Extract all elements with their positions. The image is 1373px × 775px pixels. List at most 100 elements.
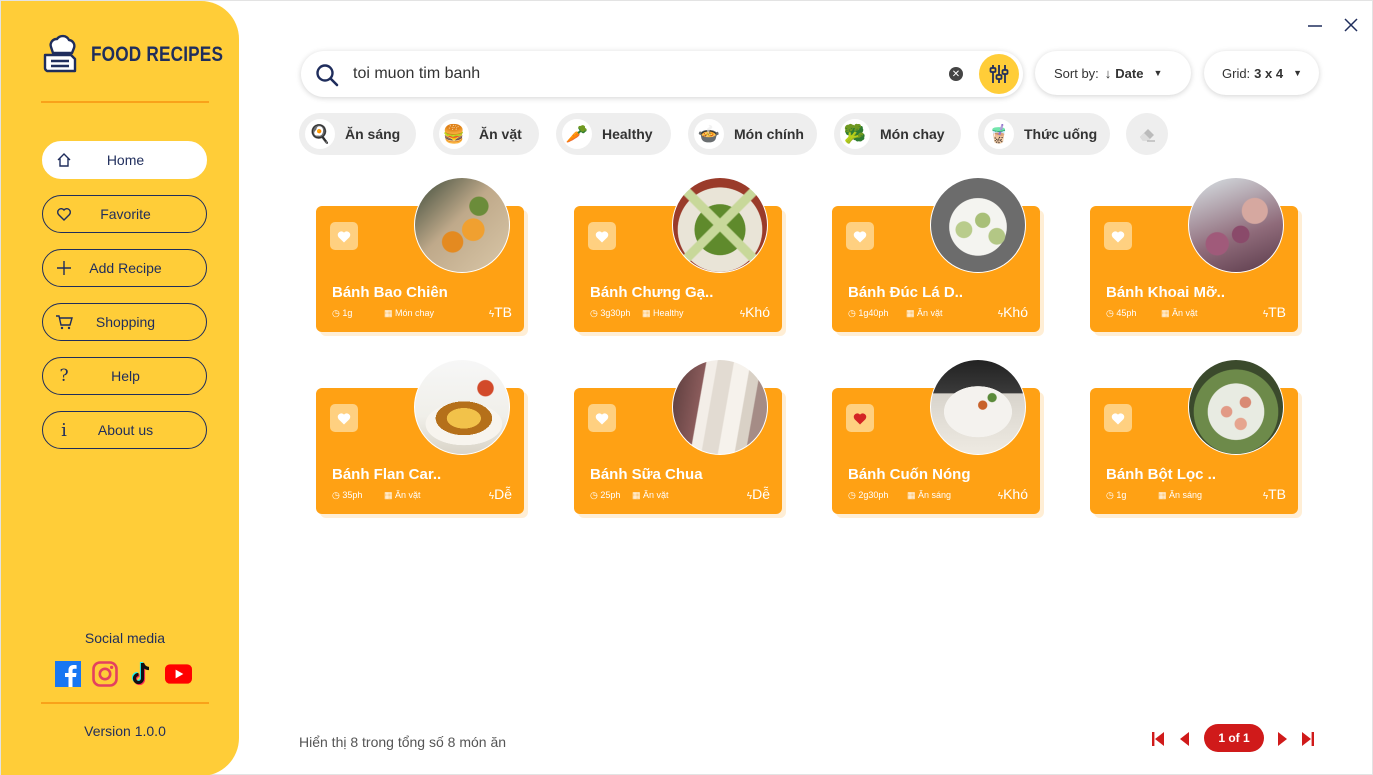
recipe-meta: ◷ 25ph ▦ Ăn vặt ϟDễ [590,486,770,502]
category-label: Món chính [734,126,804,142]
grid-icon: ▦ [642,308,651,318]
tiktok-icon[interactable] [128,660,155,687]
favorite-toggle[interactable] [588,222,616,250]
category-healthy[interactable]: 🥕 Healthy [556,113,671,155]
recipe-card[interactable]: Bánh Đúc Lá D.. ◷ 1g40ph ▦ Ăn vặt ϟKhó [832,177,1040,332]
grid-dropdown[interactable]: Grid: 3 x 4 ▼ [1204,51,1319,95]
favorite-toggle[interactable] [846,222,874,250]
favorite-toggle[interactable] [330,404,358,432]
grid-icon: ▦ [384,308,393,318]
recipe-title: Bánh Sữa Chua [590,466,703,483]
recipe-category-value: Ăn vặt [917,308,943,318]
recipe-card[interactable]: Bánh Chưng Gạ.. ◷ 3g30ph ▦ Healthy ϟKhó [574,177,782,332]
recipe-time: ◷ 25ph [590,490,620,501]
favorite-toggle[interactable] [846,404,874,432]
heart-icon [1111,230,1125,242]
favorite-toggle[interactable] [1104,222,1132,250]
clear-search-icon[interactable]: ✕ [949,67,963,81]
recipe-card[interactable]: Bánh Flan Car.. ◷ 35ph ▦ Ăn vặt ϟDễ [316,359,524,514]
category-label: Healthy [602,126,653,142]
favorite-toggle[interactable] [588,404,616,432]
recipe-category: ▦ Ăn sáng [907,490,951,501]
sidebar-divider [41,702,209,704]
recipe-title: Bánh Đúc Lá D.. [848,284,964,301]
category-mon-chay[interactable]: 🥦 Món chay [834,113,961,155]
recipe-category: ▦ Ăn vặt [906,308,943,319]
sidebar-item-favorite[interactable]: Favorite [42,195,207,233]
facebook-icon[interactable] [54,660,81,687]
favorite-toggle[interactable] [1104,404,1132,432]
recipe-time-value: 1g [342,308,353,318]
caret-down-icon: ▼ [1293,68,1303,78]
search-bar: ✕ [301,51,1023,97]
category-label: Ăn sáng [345,126,401,142]
app-window: FOOD RECIPES Home Favorite Add Recipe Sh… [0,0,1373,775]
clock-icon: ◷ [1106,308,1114,318]
grid-icon: ▦ [384,490,393,500]
clock-icon: ◷ [1106,490,1114,500]
instagram-icon[interactable] [91,660,118,687]
recipe-image [930,177,1026,273]
first-page-icon[interactable] [1151,731,1165,752]
recipe-image [1188,359,1284,455]
eraser-icon [1140,129,1155,142]
next-page-icon[interactable] [1277,731,1289,752]
recipe-time-value: 1g40ph [858,308,889,318]
version-label: Version 1.0.0 [84,723,166,739]
page-indicator: 1 of 1 [1204,724,1264,752]
category-mon-chinh[interactable]: 🍲 Món chính [688,113,817,155]
recipe-title: Bánh Bột Lọc .. [1106,466,1216,483]
recipe-time-value: 2g30ph [858,490,889,500]
sidebar-divider [41,101,209,103]
app-logo[interactable]: FOOD RECIPES [39,33,252,77]
recipe-difficulty-value: Khó [1003,304,1028,320]
app-title: FOOD RECIPES [91,43,224,66]
recipe-card[interactable]: Bánh Bột Lọc .. ◷ 1g ▦ Ăn sáng ϟTB [1090,359,1298,514]
social-links [54,660,192,687]
sidebar-item-home[interactable]: Home [42,141,207,179]
previous-page-icon[interactable] [1178,731,1190,752]
recipe-image [1188,177,1284,273]
heart-icon [853,412,867,424]
sort-dropdown[interactable]: Sort by: ↓ Date ▼ [1035,51,1191,95]
sidebar-item-help[interactable]: ? Help [42,357,207,395]
category-an-vat[interactable]: 🍔 Ăn vặt [433,113,539,155]
recipe-category: ▦ Món chay [384,308,434,319]
search-icon [315,63,339,92]
search-input[interactable] [353,61,913,87]
recipe-card[interactable]: Bánh Bao Chiên ◷ 1g ▦ Món chay ϟTB [316,177,524,332]
youtube-icon[interactable] [165,660,192,687]
sidebar-item-add-recipe[interactable]: Add Recipe [42,249,207,287]
filter-button[interactable] [979,54,1019,94]
snack-icon: 🍔 [439,119,469,149]
heart-icon [595,230,609,242]
recipe-card[interactable]: Bánh Cuốn Nóng ◷ 2g30ph ▦ Ăn sáng ϟKhó [832,359,1040,514]
recipe-category: ▦ Ăn vặt [384,490,421,501]
close-icon[interactable] [1342,15,1360,35]
recipe-difficulty: ϟDễ [489,486,512,502]
category-an-sang[interactable]: 🍳 Ăn sáng [299,113,416,155]
last-page-icon[interactable] [1301,731,1315,752]
category-label: Thức uống [1024,126,1098,142]
favorite-toggle[interactable] [330,222,358,250]
broccoli-icon: 🥦 [840,119,870,149]
sidebar-item-about-us[interactable]: i About us [42,411,207,449]
recipe-time: ◷ 1g [332,308,352,319]
clock-icon: ◷ [590,490,598,500]
recipe-card[interactable]: Bánh Khoai Mỡ.. ◷ 45ph ▦ Ăn vặt ϟTB [1090,177,1298,332]
grid-value: 3 x 4 [1254,65,1284,81]
minimize-icon[interactable] [1306,15,1324,35]
heart-icon [55,205,73,223]
question-icon: ? [59,366,69,386]
recipe-meta: ◷ 2g30ph ▦ Ăn sáng ϟKhó [848,486,1028,502]
sidebar-item-shopping[interactable]: Shopping [42,303,207,341]
recipe-time: ◷ 1g [1106,490,1126,501]
recipe-time-value: 25ph [600,490,621,500]
clear-filters-button[interactable] [1126,113,1168,155]
sort-label: Sort by: [1054,65,1099,81]
sort-direction: ↓ [1104,65,1112,81]
recipe-card[interactable]: Bánh Sữa Chua ◷ 25ph ▦ Ăn vặt ϟDễ [574,359,782,514]
recipe-difficulty: ϟTB [1263,304,1286,320]
category-thuc-uong[interactable]: 🧋 Thức uống [978,113,1110,155]
info-icon: i [61,419,67,441]
